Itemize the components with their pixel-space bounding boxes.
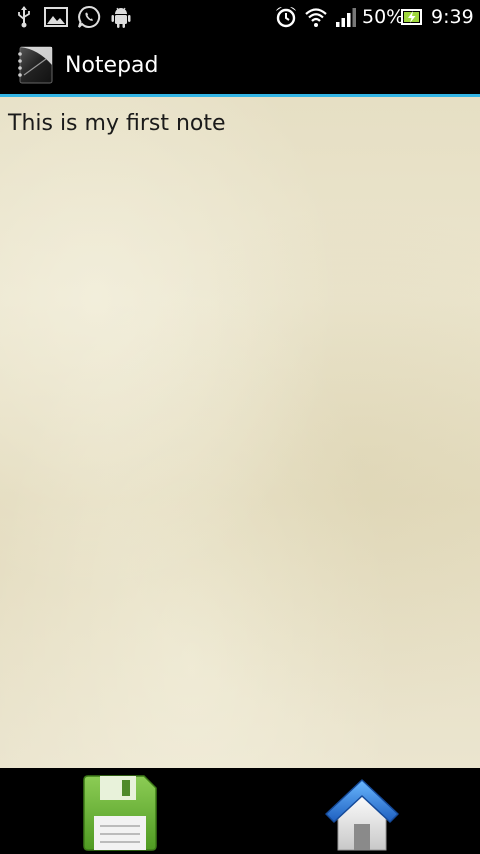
alarm-icon xyxy=(273,4,299,30)
app-title: Notepad xyxy=(65,53,159,78)
house-icon xyxy=(325,779,399,851)
status-bar: 50% 9:39 xyxy=(0,0,480,36)
battery-percent: 50% xyxy=(362,6,405,28)
note-editor[interactable]: This is my first note xyxy=(0,97,480,768)
wifi-icon xyxy=(303,4,329,30)
whatsapp-icon xyxy=(76,4,102,30)
gallery-icon xyxy=(43,4,69,30)
clock: 9:39 xyxy=(431,6,474,28)
action-bar: Notepad xyxy=(0,36,480,94)
floppy-disk-icon xyxy=(83,775,157,851)
screen: 50% 9:39 Notepad This is my first note xyxy=(0,0,480,854)
note-text[interactable]: This is my first note xyxy=(8,111,226,137)
battery-icon xyxy=(400,4,424,30)
usb-icon xyxy=(14,4,34,30)
home-button[interactable] xyxy=(322,772,402,852)
signal-icon xyxy=(334,4,358,30)
save-button[interactable] xyxy=(82,774,158,852)
notepad-icon[interactable] xyxy=(16,45,54,85)
android-icon xyxy=(110,4,132,30)
bottom-bar xyxy=(0,768,480,854)
